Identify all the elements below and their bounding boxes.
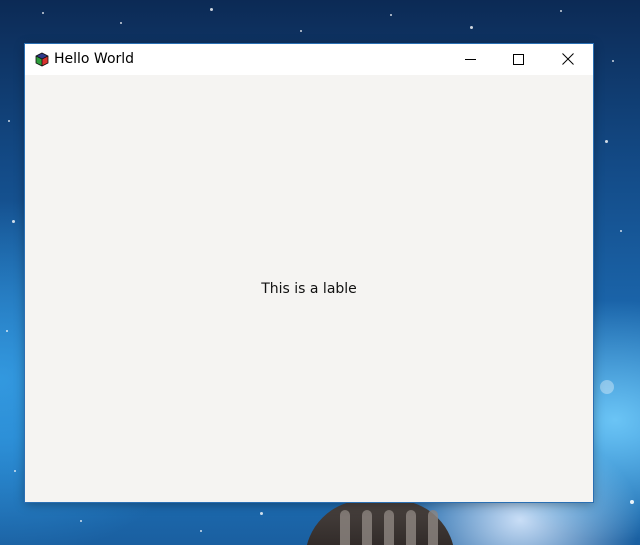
rock-ridge <box>362 510 372 545</box>
close-button[interactable] <box>544 44 592 75</box>
window-client-area: This is a lable <box>25 75 593 502</box>
star <box>200 530 202 532</box>
maximize-button[interactable] <box>494 44 542 75</box>
star <box>560 10 562 12</box>
maximize-icon <box>512 50 524 69</box>
star <box>630 500 634 504</box>
close-icon <box>562 50 574 69</box>
star <box>390 14 392 16</box>
star <box>620 230 622 232</box>
window-title: Hello World <box>54 51 135 67</box>
app-window: Hello World This is a lable <box>25 44 593 502</box>
rock-ridge <box>340 510 350 545</box>
star <box>80 520 82 522</box>
light-orb <box>600 380 614 394</box>
rock-ridge <box>428 510 438 545</box>
minimize-button[interactable] <box>446 44 494 75</box>
star <box>8 120 10 122</box>
star <box>300 30 302 32</box>
star <box>605 140 608 143</box>
rock-ridge <box>384 510 394 545</box>
star <box>612 60 614 62</box>
star <box>470 26 473 29</box>
star <box>14 470 16 472</box>
star <box>120 22 122 24</box>
star <box>210 8 213 11</box>
content-label: This is a lable <box>261 281 357 297</box>
star <box>260 512 263 515</box>
star <box>42 12 44 14</box>
rock-ridge <box>406 510 416 545</box>
title-bar[interactable]: Hello World <box>25 44 593 75</box>
cube-icon <box>35 52 49 67</box>
star <box>6 330 8 332</box>
star <box>12 220 15 223</box>
minimize-icon <box>464 50 476 69</box>
